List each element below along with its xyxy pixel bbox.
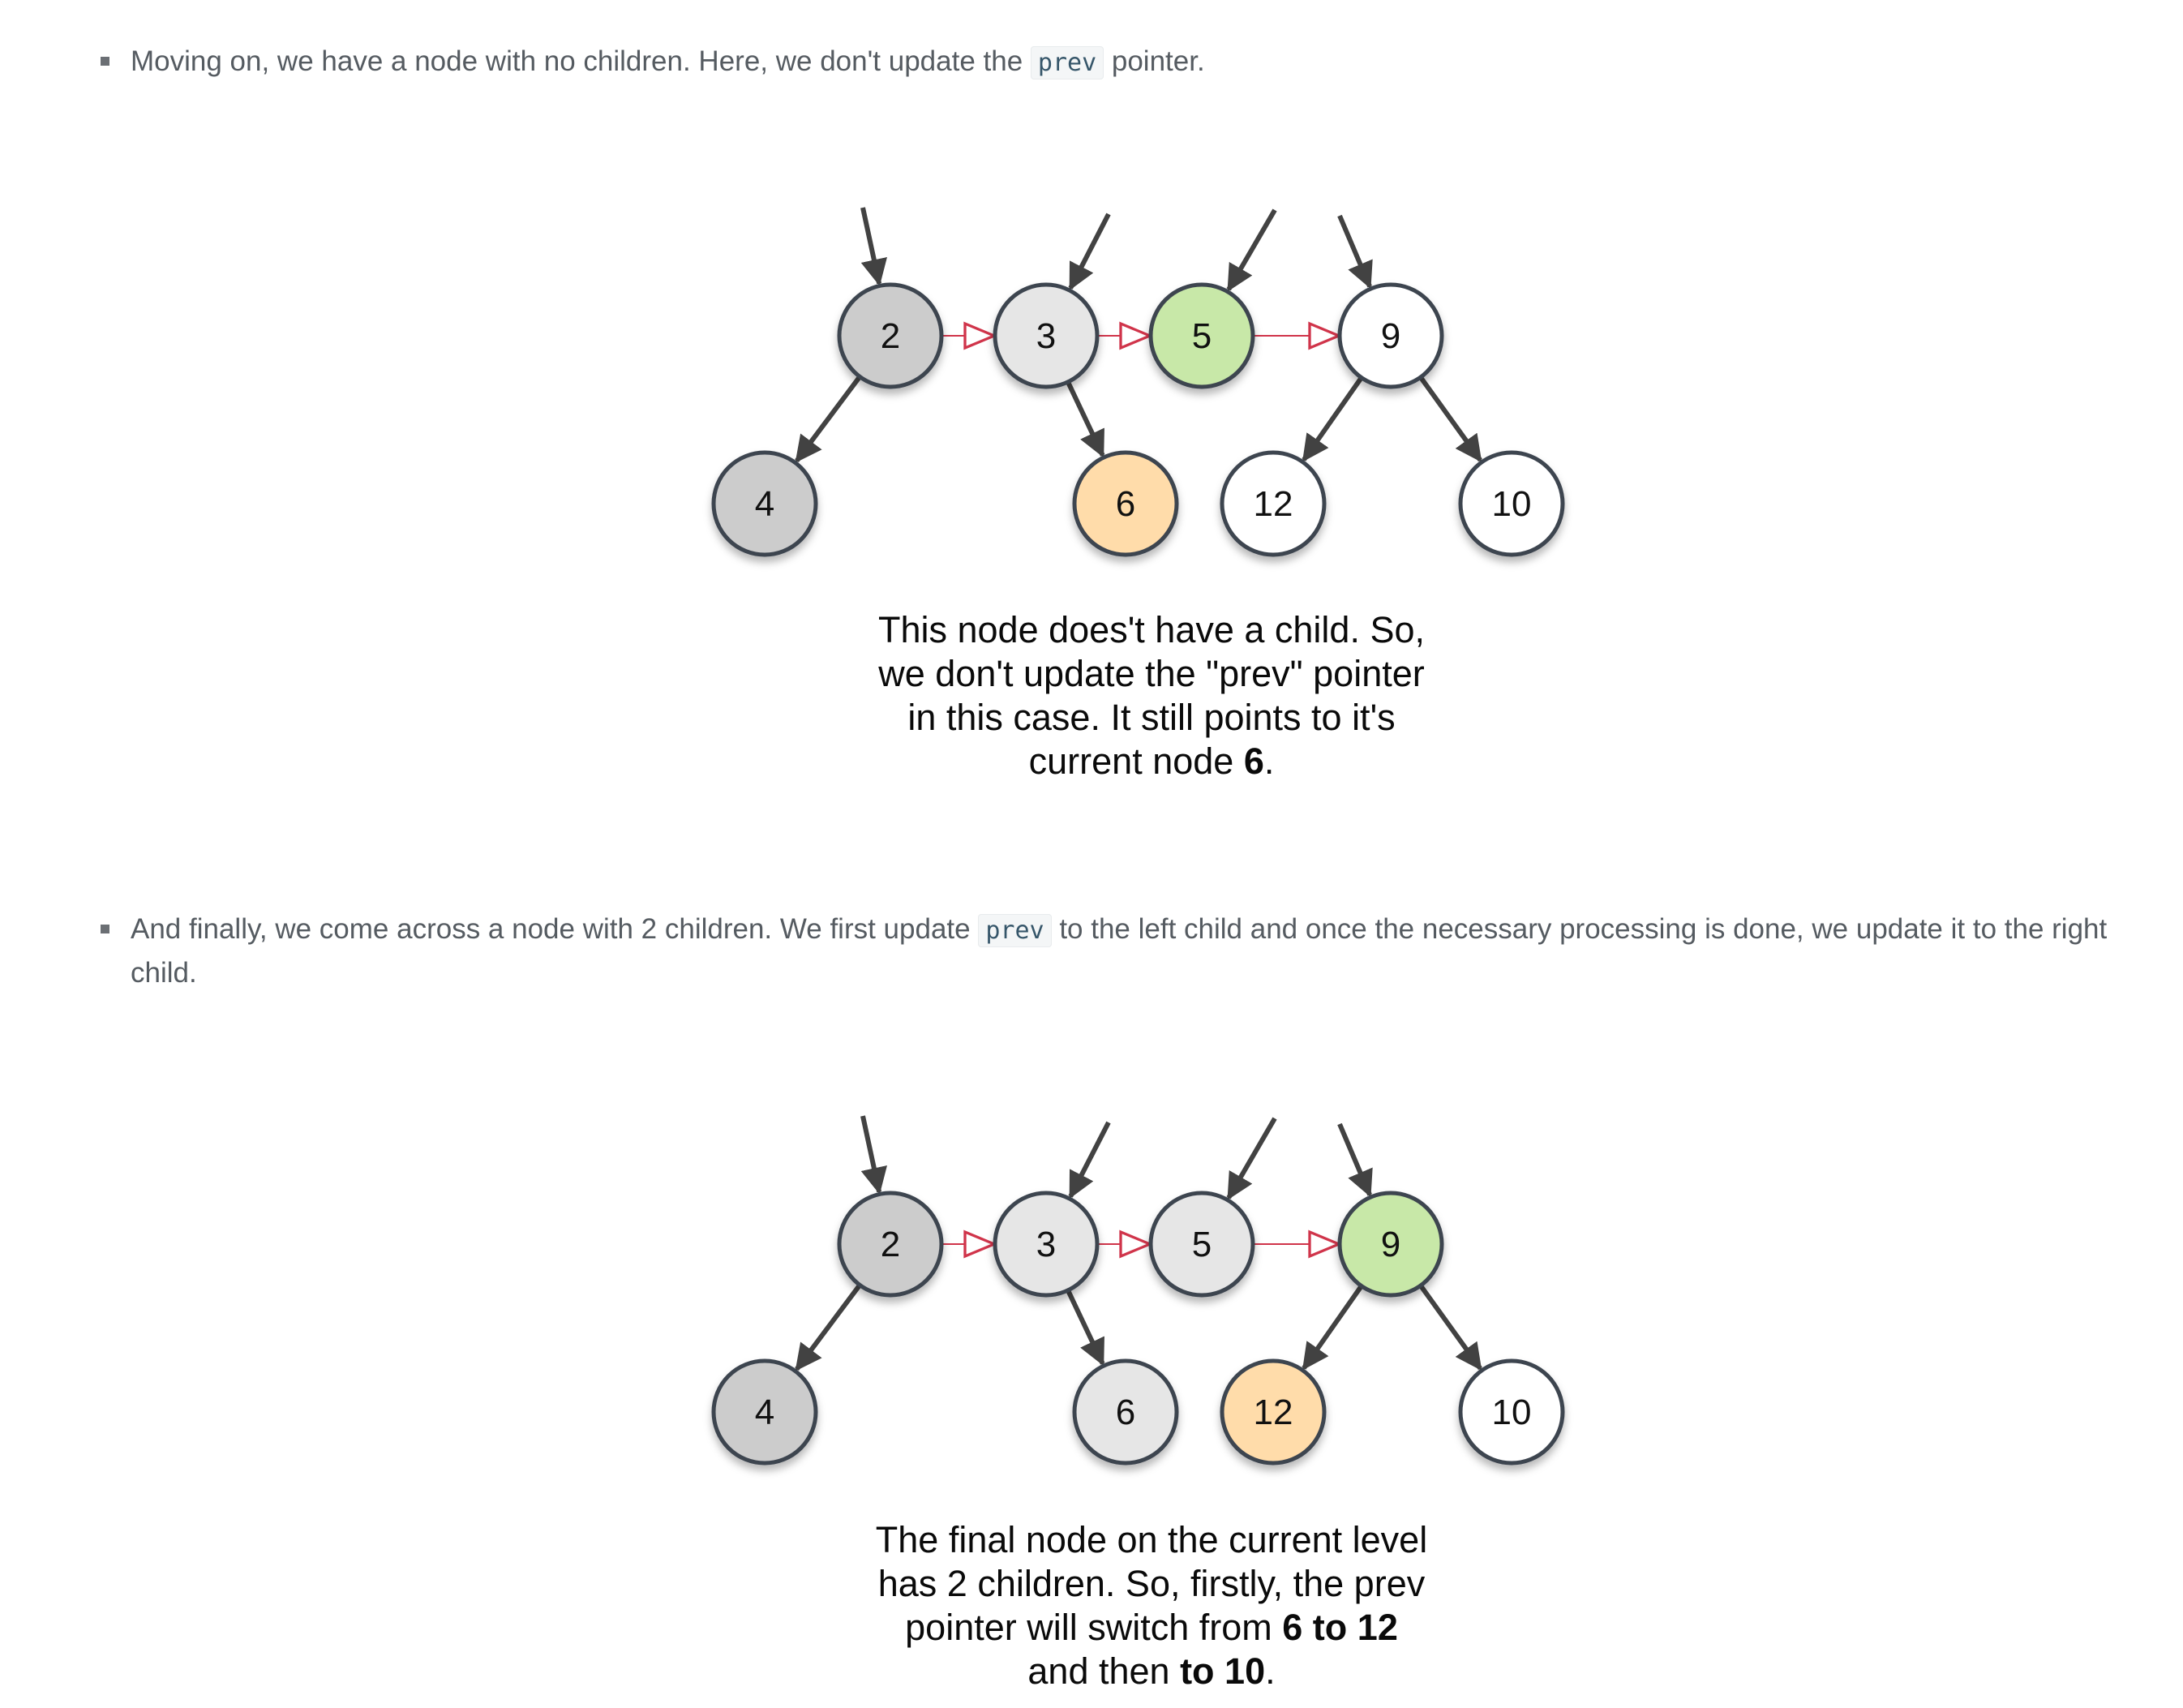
tree-node-4: 4 (711, 450, 818, 557)
diagram-caption: This node does't have a child. So, we do… (811, 608, 1492, 783)
pointer-arrow-5 (1226, 1117, 1277, 1200)
node-label: 3 (1036, 316, 1056, 356)
child-edge-9-10 (1418, 1284, 1482, 1371)
caption-text: . (1265, 1650, 1276, 1692)
caption-line: This node does't have a child. So, (877, 609, 1425, 650)
node-label: 2 (881, 1225, 900, 1264)
tree-node-5: 5 (1148, 282, 1255, 389)
node-label: 3 (1036, 1225, 1056, 1264)
caption-bold: 6 to 12 (1282, 1607, 1398, 1648)
child-edge-9-12 (1302, 376, 1364, 462)
tree-node-10: 10 (1458, 1358, 1565, 1466)
node-label: 10 (1492, 1393, 1532, 1432)
caption-text: and then (1027, 1650, 1181, 1692)
tree-node-6: 6 (1072, 1358, 1179, 1466)
caption-line: we don't update the "prev" pointer (878, 653, 1425, 694)
node-label: 12 (1254, 484, 1293, 524)
child-edge-9-10 (1418, 376, 1482, 463)
child-edge-3-6 (1066, 380, 1105, 458)
pointer-arrow-9 (1337, 1122, 1373, 1198)
tree-node-6: 6 (1072, 450, 1179, 557)
tree-node-5: 5 (1148, 1191, 1255, 1298)
tree-node-3: 3 (993, 1191, 1100, 1298)
node-label: 4 (755, 484, 774, 524)
node-label: 6 (1116, 484, 1135, 524)
child-edge-9-12 (1302, 1284, 1364, 1371)
caption-bold: to 10 (1180, 1650, 1266, 1692)
pointer-arrow-5 (1226, 208, 1277, 292)
tree-node-12: 12 (1220, 450, 1327, 557)
child-edge-2-4 (795, 1283, 862, 1371)
tree-node-12: 12 (1220, 1358, 1327, 1466)
node-label: 5 (1192, 1225, 1212, 1264)
tree-node-3: 3 (993, 282, 1100, 389)
node-label: 9 (1381, 1225, 1400, 1264)
child-edge-3-6 (1066, 1289, 1105, 1367)
caption-text: pointer will switch from (905, 1607, 1283, 1648)
pointer-arrow-9 (1337, 214, 1373, 290)
node-label: 4 (755, 1393, 774, 1432)
caption-line: pointer will switch from 6 to 12 (811, 1606, 1492, 1650)
tree-node-2: 2 (837, 282, 944, 389)
caption-line: The final node on the current level (875, 1519, 1428, 1560)
pointer-arrow-3 (1068, 212, 1111, 291)
caption-line: current node 6. (811, 740, 1492, 783)
tree-node-4: 4 (711, 1358, 818, 1466)
pointer-arrow-3 (1068, 1121, 1111, 1199)
tree-node-9: 9 (1337, 282, 1444, 389)
tree-node-10: 10 (1458, 450, 1565, 557)
node-label: 2 (881, 316, 900, 356)
diagram-caption: The final node on the current level has … (811, 1518, 1492, 1693)
pointer-arrow-2 (860, 207, 887, 286)
caption-text: current node (1028, 740, 1244, 782)
caption-line: in this case. It still points to it's (907, 697, 1396, 738)
caption-line: has 2 children. So, firstly, the prev (877, 1563, 1426, 1604)
caption-bold: 6 (1243, 740, 1264, 782)
tree-node-9: 9 (1337, 1191, 1444, 1298)
tree-node-2: 2 (837, 1191, 944, 1298)
node-label: 9 (1381, 316, 1400, 356)
caption-line: and then to 10. (811, 1650, 1492, 1693)
node-label: 10 (1492, 484, 1532, 524)
caption-text: . (1263, 740, 1275, 782)
node-label: 5 (1192, 316, 1212, 356)
pointer-arrow-2 (860, 1115, 887, 1195)
node-label: 12 (1254, 1393, 1293, 1432)
node-label: 6 (1116, 1393, 1135, 1432)
child-edge-2-4 (795, 375, 862, 463)
